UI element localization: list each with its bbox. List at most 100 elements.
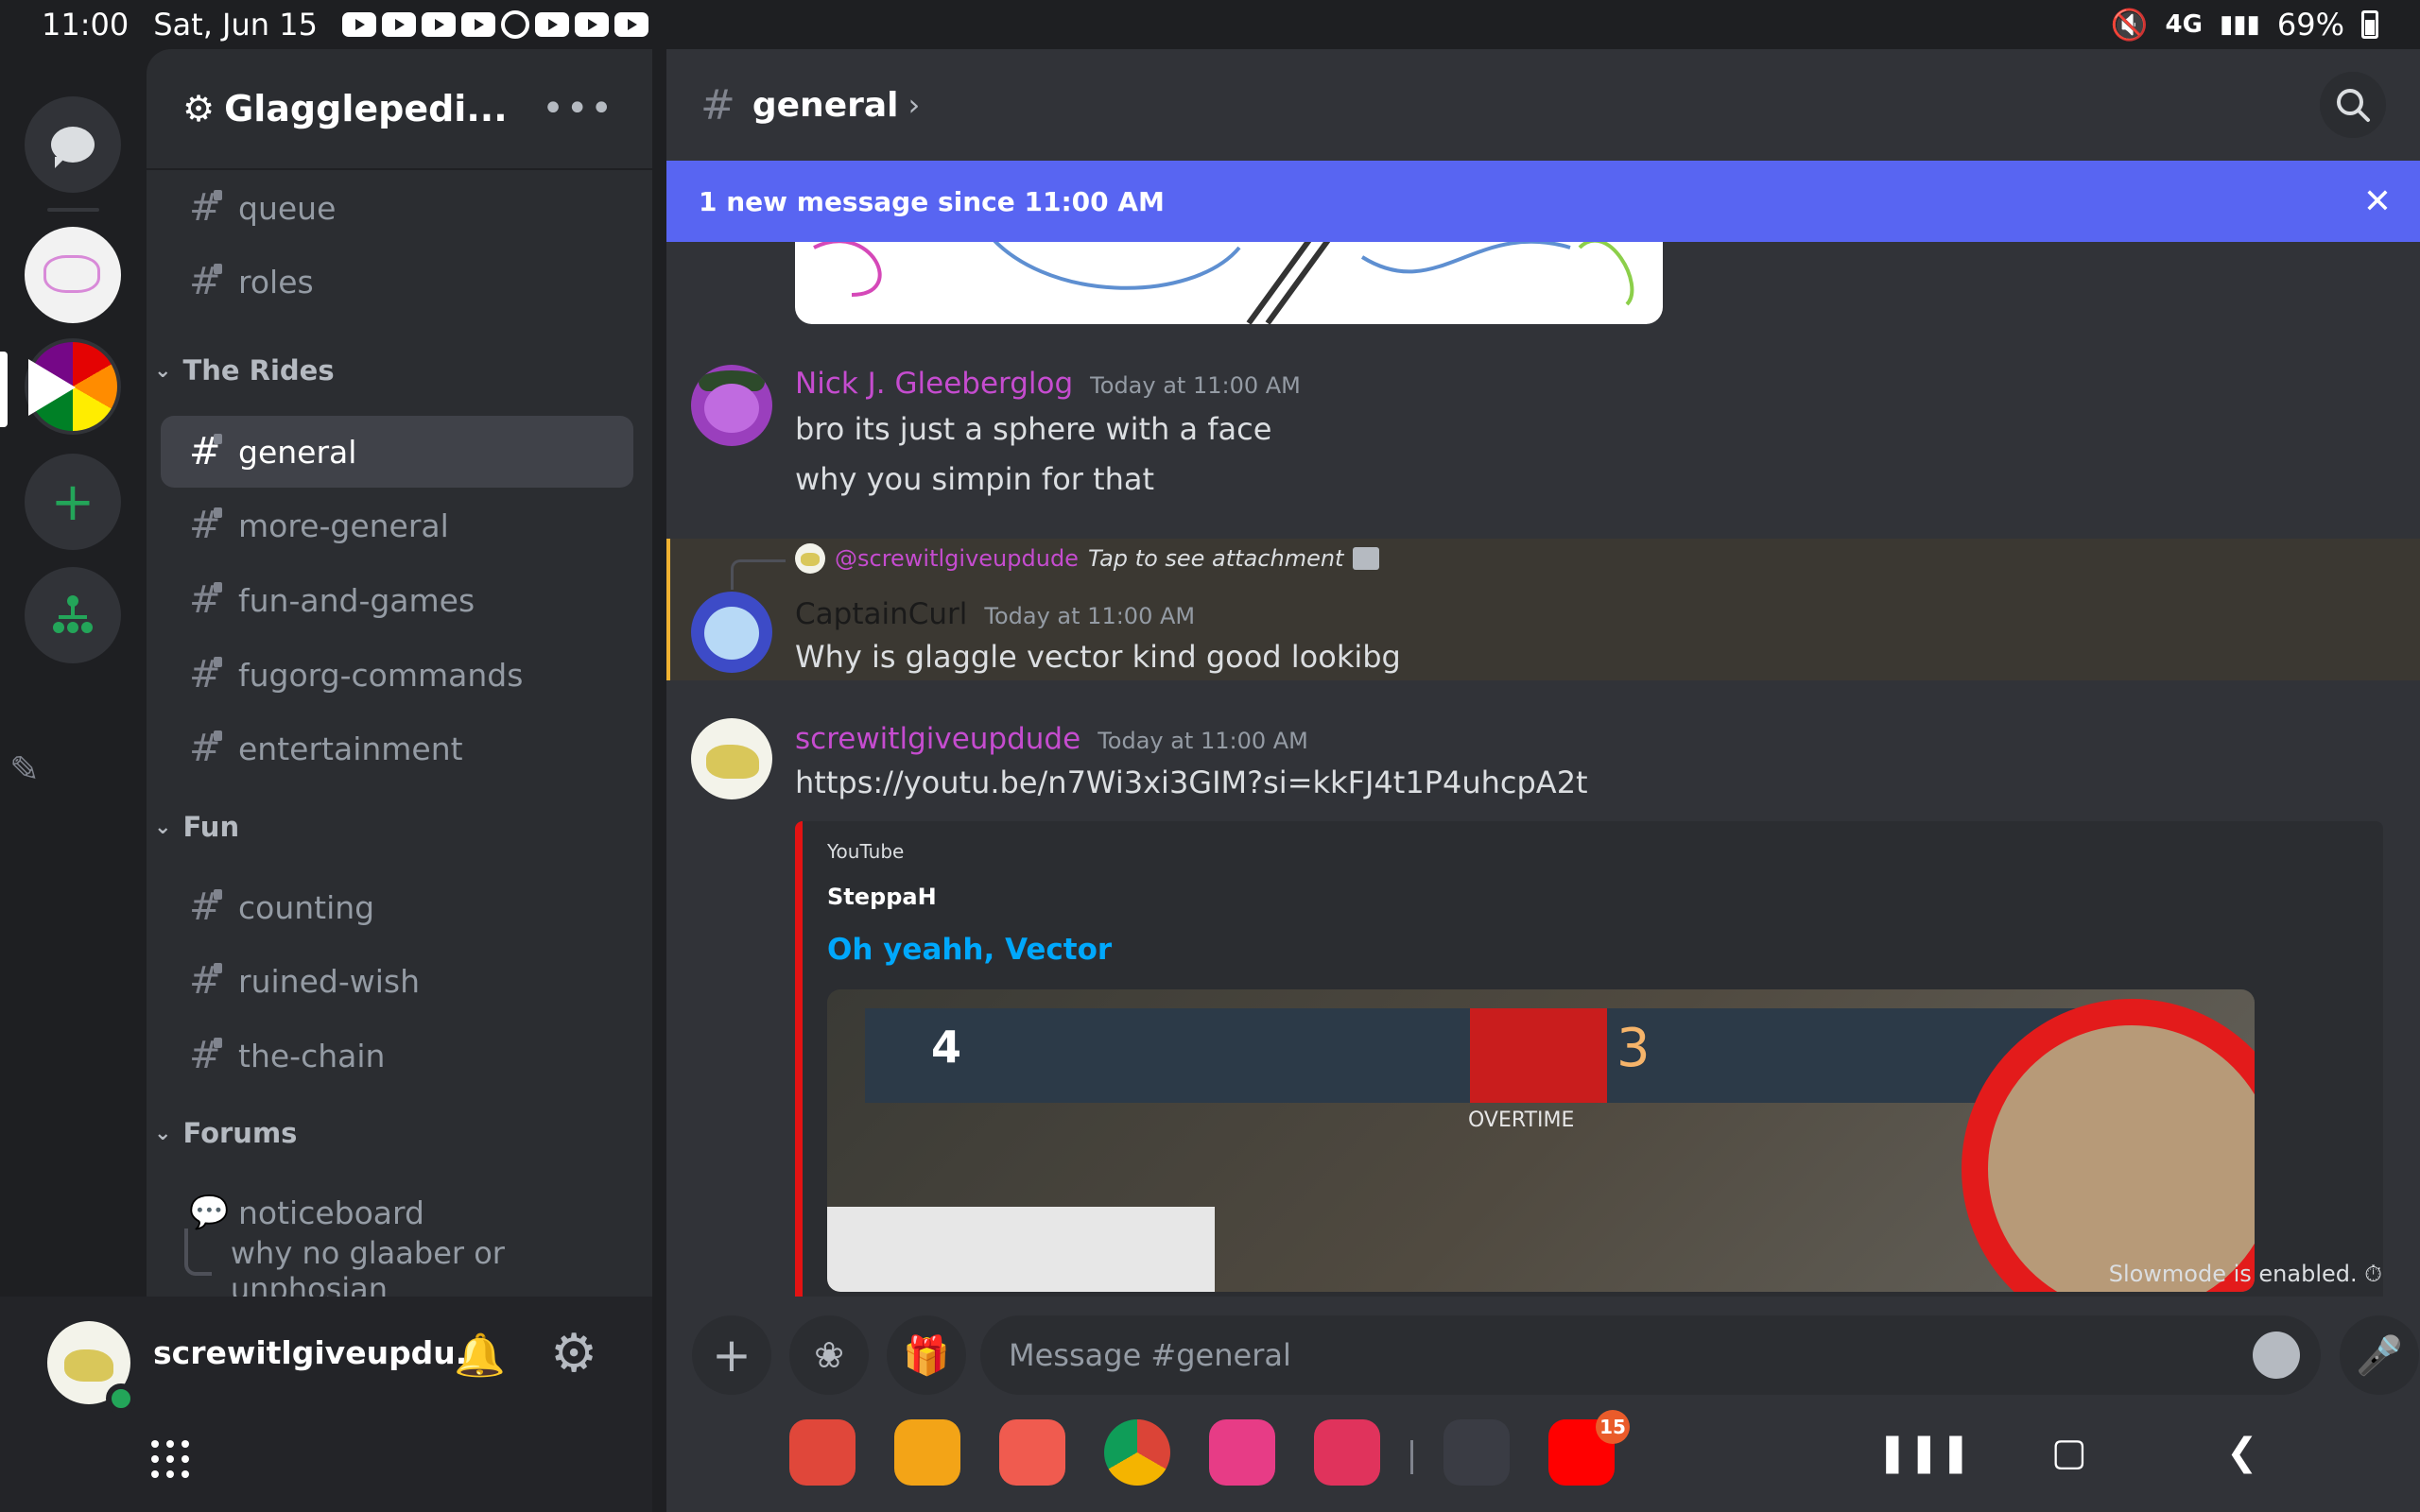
home-button[interactable]: ▢ [2051, 1431, 2087, 1474]
message-link[interactable]: https://youtu.be/n7Wi3xi3GIM?si=kkFJ4t1P… [795, 765, 1588, 800]
avatar[interactable] [691, 718, 772, 799]
forum-icon: 💬 [189, 1194, 230, 1231]
app-icon-roblox[interactable] [1443, 1419, 1510, 1486]
reply-preview[interactable]: @screwitlgiveupdude Tap to see attachmen… [795, 543, 1380, 574]
embed-provider[interactable]: YouTube [827, 840, 904, 863]
reply-avatar [795, 543, 825, 574]
selected-server-indicator [0, 352, 8, 427]
locked-hash-icon: # [189, 959, 238, 1003]
chat-bubble-icon [51, 127, 95, 168]
channel-roles[interactable]: # roles [161, 246, 633, 318]
reply-text[interactable]: Tap to see attachment [1088, 545, 1344, 572]
message-timestamp: Today at 11:00 AM [984, 603, 1196, 629]
app-icon-contacts[interactable] [999, 1419, 1065, 1486]
message-input[interactable]: Message #general [980, 1315, 2321, 1395]
channel-ruined-wish[interactable]: # ruined-wish [161, 945, 633, 1017]
thumbnail-count: 3 [1616, 1018, 1651, 1079]
channel-entertainment[interactable]: # entertainment [161, 713, 633, 784]
discover-button[interactable] [25, 567, 121, 663]
message-placeholder: Message #general [1009, 1337, 1291, 1373]
search-icon [2337, 89, 2370, 122]
category-the-rides[interactable]: ⌄ The Rides [154, 354, 335, 387]
battery-icon [2361, 10, 2378, 39]
search-button[interactable] [2320, 72, 2386, 138]
app-icon-notes[interactable] [789, 1419, 856, 1486]
server-rail: + ✎ [0, 49, 147, 1297]
battery-percent: 69% [2276, 7, 2344, 43]
clock: 11:00 [42, 7, 130, 43]
message-author[interactable]: screwitlgiveupdude [795, 722, 1080, 756]
chevron-right-icon[interactable]: › [908, 87, 921, 123]
locked-hash-icon: # [189, 885, 238, 929]
microphone-button[interactable]: 🎤 [2340, 1315, 2419, 1395]
apps-button[interactable]: ❀ [789, 1315, 869, 1395]
user-name[interactable]: screwitlgiveupdu... [153, 1334, 491, 1371]
message-author[interactable]: CaptainCurl [795, 597, 967, 631]
direct-messages-button[interactable] [25, 96, 121, 193]
channel-fugorg-commands[interactable]: # fugorg-commands [161, 639, 633, 711]
avatar[interactable] [691, 592, 772, 673]
slowmode-notice: Slowmode is enabled. ⏱ [2109, 1261, 2382, 1287]
embed-title[interactable]: Oh yeahh, Vector [827, 933, 1112, 967]
channel-more-general[interactable]: # more-general [161, 490, 633, 561]
channel-the-chain[interactable]: # the-chain [161, 1020, 633, 1091]
locked-hash-icon: # [189, 727, 238, 770]
channel-fun-and-games[interactable]: # fun-and-games [161, 564, 633, 636]
bell-icon[interactable]: 🔔 [454, 1331, 506, 1380]
locked-hash-icon: # [189, 578, 238, 622]
new-messages-bar[interactable]: 1 new message since 11:00 AM ✕ [666, 161, 2420, 242]
mute-icon: 🔇 [2110, 7, 2149, 43]
channel-title[interactable]: general [752, 86, 899, 125]
avatar[interactable] [691, 365, 772, 446]
youtube-notification-icon [341, 12, 376, 37]
server-header[interactable]: ⚙ Glagglepedi... ••• [147, 49, 652, 170]
server-icon-glagglepedia[interactable] [25, 338, 121, 435]
online-status-indicator [106, 1383, 136, 1414]
server-icon-sketch[interactable] [25, 227, 121, 323]
reply-mention[interactable]: @screwitlgiveupdude [835, 545, 1079, 572]
message-author[interactable]: Nick J. Gleeberglog [795, 367, 1073, 401]
app-icon-gallery[interactable] [1209, 1419, 1275, 1486]
add-server-button[interactable]: + [25, 454, 121, 550]
forum-thread-item[interactable]: why no glaaber or unphosian [184, 1228, 652, 1297]
taskbar: 15 ❚❚❚ ▢ ❮ [666, 1402, 2420, 1512]
chevron-down-icon: ⌄ [154, 815, 172, 839]
youtube-notification-icon [574, 12, 609, 37]
thread-branch-line [184, 1228, 212, 1276]
pencil-icon[interactable]: ✎ [9, 748, 57, 796]
channel-sidebar: ⚙ Glagglepedi... ••• # queue # roles ⌄ The … [147, 49, 652, 1297]
app-icon-chrome[interactable] [1104, 1419, 1170, 1486]
chevron-down-icon: ⌄ [154, 1121, 172, 1145]
signal-icon: ▮▮▮ [2219, 10, 2260, 39]
locked-hash-icon: # [189, 653, 238, 696]
category-fun[interactable]: ⌄ Fun [154, 811, 239, 843]
recents-button[interactable]: ❚❚❚ [1876, 1431, 1972, 1474]
locked-hash-icon: # [189, 504, 238, 547]
message-timestamp: Today at 11:00 AM [1098, 728, 1308, 754]
category-forums[interactable]: ⌄ Forums [154, 1117, 297, 1149]
locked-hash-icon: # [189, 186, 238, 230]
app-drawer-icon[interactable] [151, 1440, 189, 1478]
app-icon-camera[interactable] [1314, 1419, 1380, 1486]
app-icon-files[interactable] [894, 1419, 960, 1486]
message-text: Why is glaggle vector kind good lookibg [795, 639, 1401, 675]
channel-counting[interactable]: # counting [161, 871, 633, 943]
add-attachment-button[interactable]: + [692, 1315, 771, 1395]
video-thumbnail[interactable]: 4 OVERTIME 3 [827, 989, 2255, 1292]
thumbnail-overtime-box [1470, 1008, 1607, 1103]
emoji-icon[interactable] [2253, 1332, 2300, 1379]
embed-author[interactable]: SteppaH [827, 884, 937, 910]
more-options-icon[interactable]: ••• [542, 87, 614, 130]
message-composer: + ❀ 🎁 Message #general 🎤 [666, 1297, 2420, 1402]
channel-queue[interactable]: # queue [161, 172, 633, 244]
taskbar-separator [1410, 1440, 1413, 1474]
new-messages-text: 1 new message since 11:00 AM [699, 185, 1165, 217]
youtube-embed[interactable]: YouTube SteppaH Oh yeahh, Vector 4 OVERT… [795, 821, 2383, 1297]
notification-icons [341, 10, 648, 39]
gift-button[interactable]: 🎁 [887, 1315, 966, 1395]
channel-general[interactable]: # general [161, 416, 633, 488]
close-icon[interactable]: ✕ [2363, 182, 2392, 221]
back-button[interactable]: ❮ [2226, 1431, 2258, 1474]
thumbnail-overtime-label: OVERTIME [1468, 1108, 1575, 1132]
gear-icon[interactable]: ⚙ [550, 1323, 597, 1384]
